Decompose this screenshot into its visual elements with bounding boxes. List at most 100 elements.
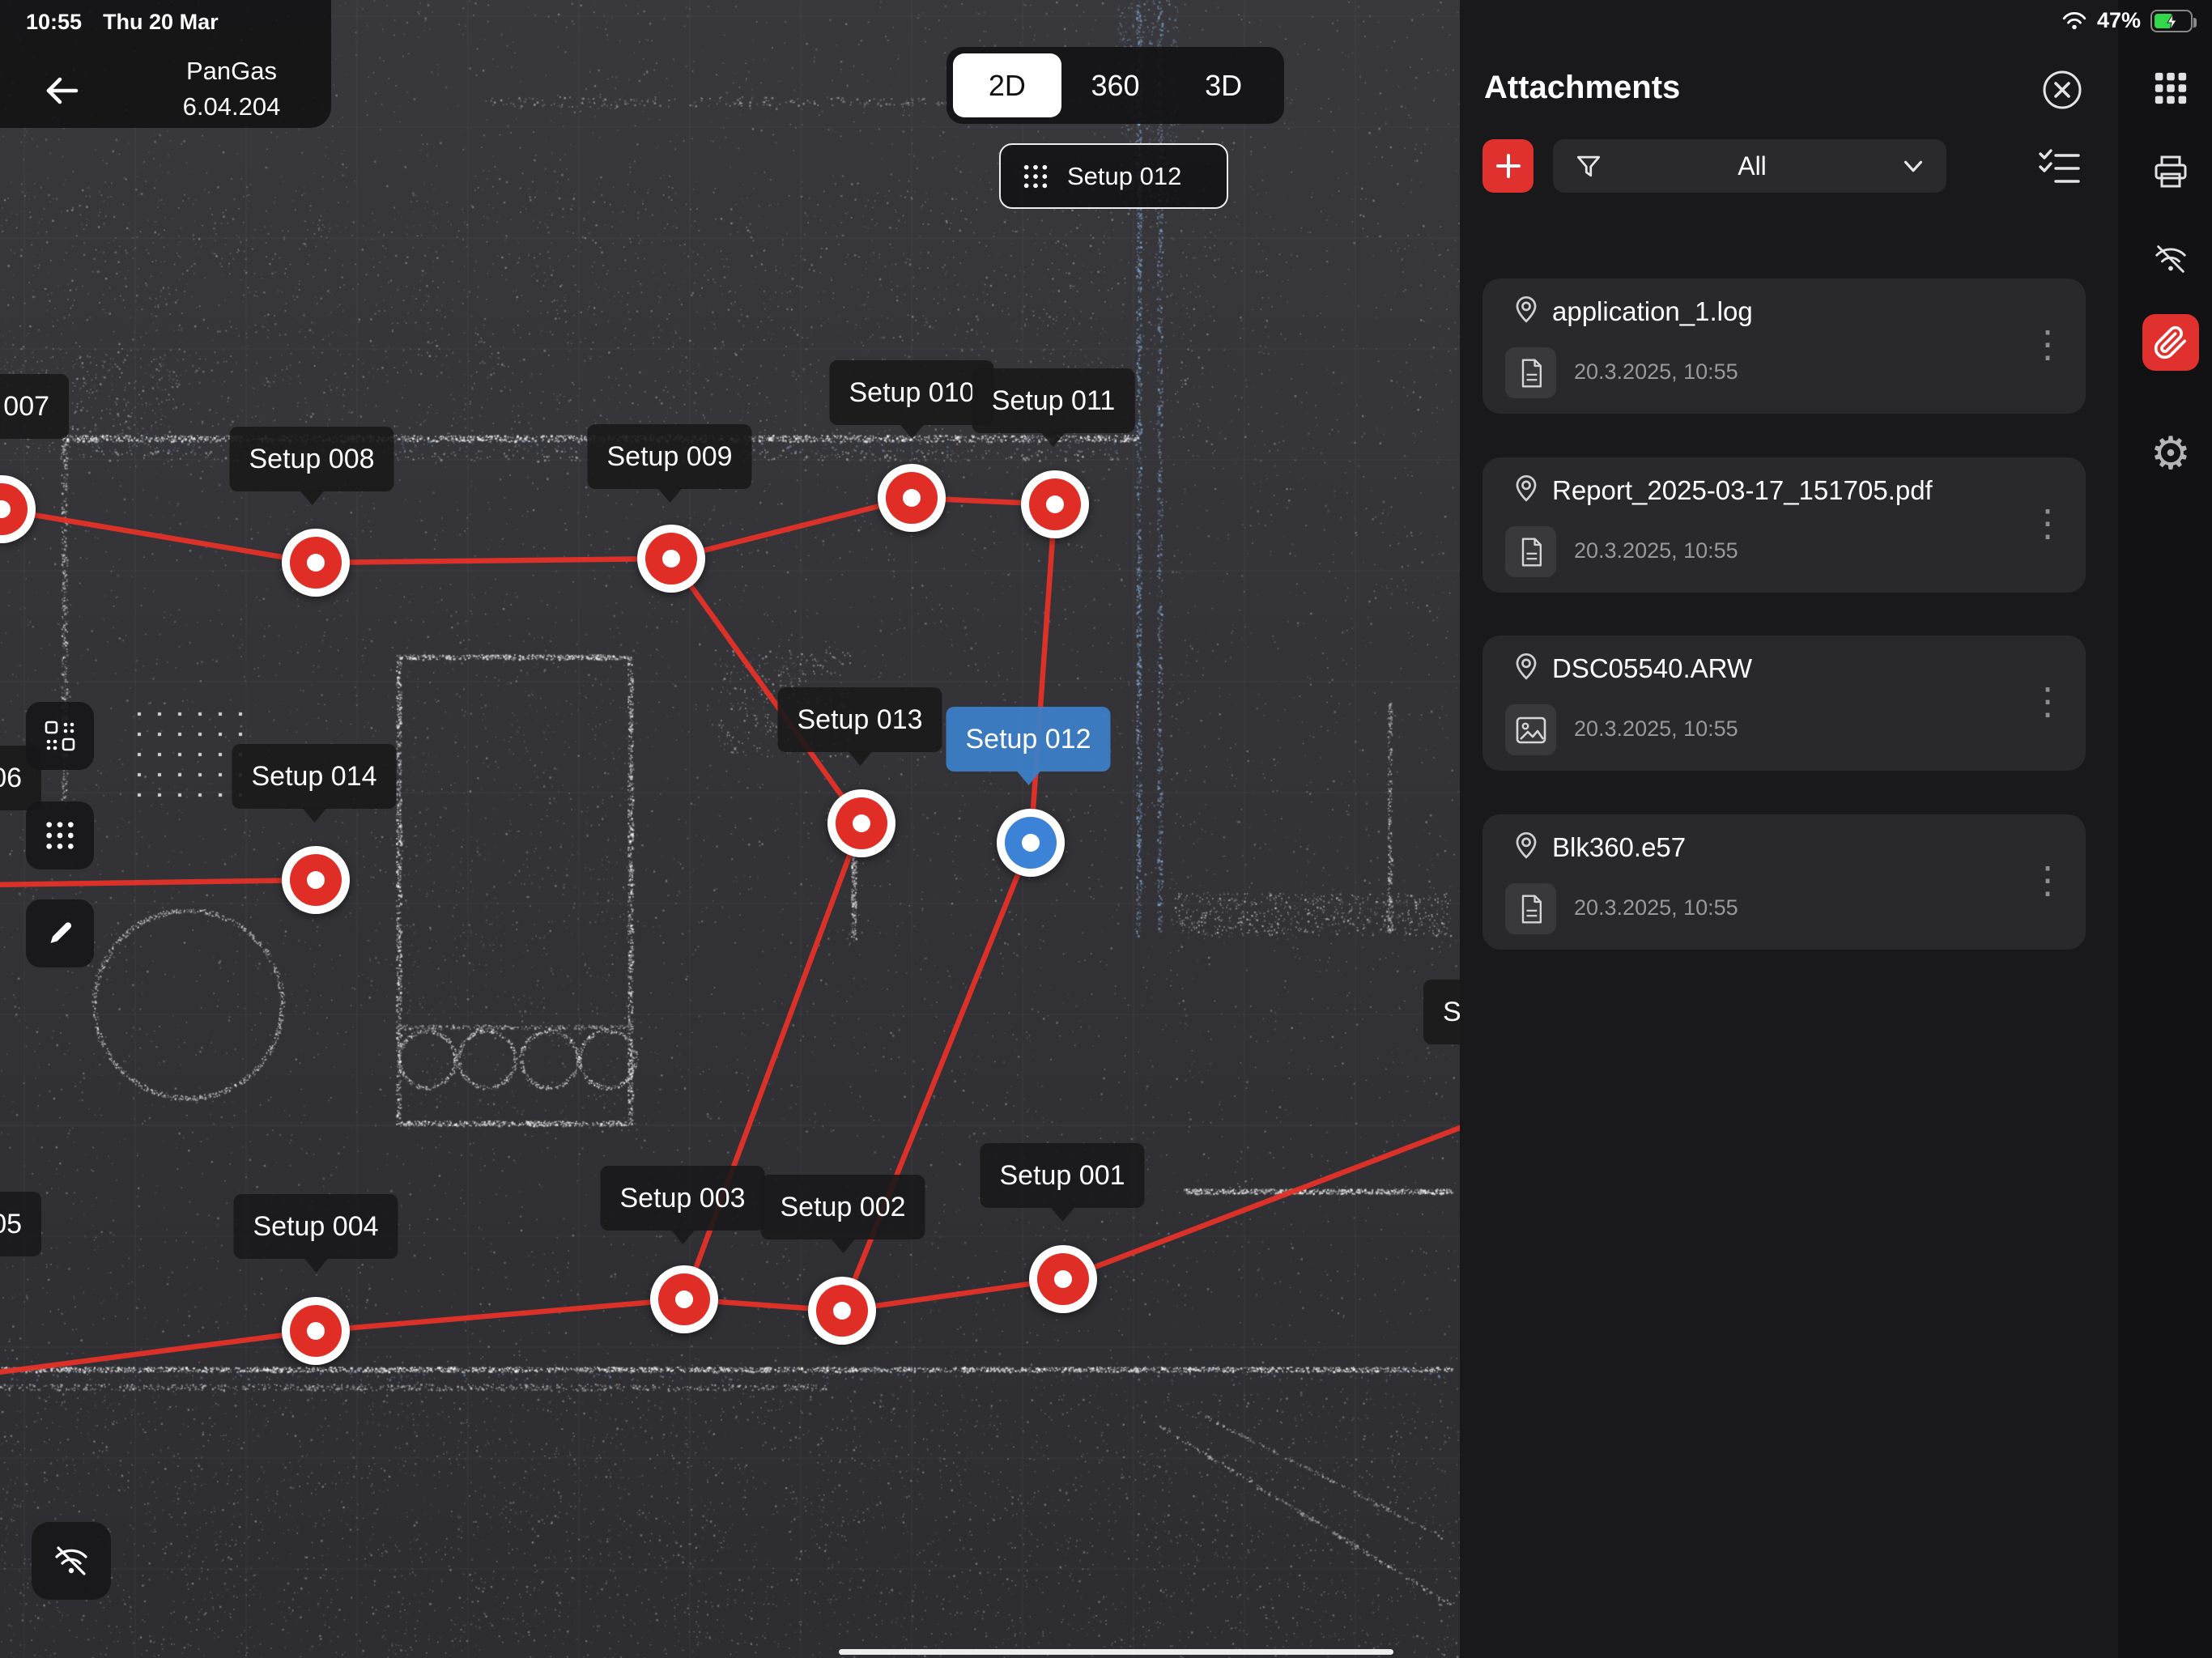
setup-label[interactable]: Setup 011 [972,368,1135,433]
layout-views-button[interactable] [26,702,94,770]
setup-label[interactable]: Setup 014 [232,744,396,809]
document-icon [1516,357,1546,389]
printer-icon [2151,152,2190,191]
move-handle-icon [44,819,76,852]
setup-label[interactable]: Setup 012 [946,707,1110,772]
wifi-off-icon [52,1541,91,1580]
settings-button[interactable]: ⚙ [2148,431,2193,476]
setup-pin[interactable] [0,475,36,543]
more-options-button[interactable]: ⋮ [2029,504,2066,542]
setup-pin[interactable] [827,789,895,857]
more-options-button[interactable]: ⋮ [2029,325,2066,363]
chevron-down-icon [1899,154,1927,178]
setup-label-text: Setup 009 [606,441,732,472]
setup-label[interactable]: Setup 003 [600,1166,764,1231]
setup-pin[interactable] [1029,1245,1097,1313]
attachment-filename: application_1.log [1552,296,1753,327]
project-version: 6.04.204 [136,89,327,125]
setup-label-text: Setup 002 [780,1192,905,1222]
pencil-icon [43,916,77,950]
setup-pin[interactable] [282,846,350,914]
move-handle-icon [1022,163,1049,190]
panel-title: Attachments [1484,70,1680,106]
document-icon [1516,893,1546,925]
attachments-tool-button-active[interactable] [2142,314,2199,371]
attachment-filename: Blk360.e57 [1552,832,1686,863]
apps-grid-button[interactable] [2148,66,2193,111]
paperclip-icon [2153,325,2189,360]
setup-label-text: Setup 013 [797,704,922,735]
filter-funnel-icon [1572,150,1605,182]
attachment-card[interactable]: application_1.log 20.3.2025, 10:55 ⋮ [1482,278,2086,414]
setup-pin[interactable] [282,1297,350,1365]
close-panel-button[interactable] [2040,68,2084,112]
setup-label[interactable]: Setup 008 [229,427,393,491]
setup-label-partial[interactable]: Setup 005 [0,1192,41,1256]
setup-label[interactable]: Setup 004 [233,1194,398,1259]
document-icon [1516,536,1546,568]
setup-label-text: Setup 005 [0,1209,22,1239]
tab-2d[interactable]: 2D [953,53,1061,117]
back-button[interactable] [40,70,83,112]
setup-label-text: Setup 012 [965,724,1091,755]
setup-markers-layer: Setup 007 Setup 008 Setup 009 Setup 010 … [0,0,1460,1658]
setup-pin[interactable] [650,1265,718,1333]
setup-label[interactable]: Setup 009 [587,424,751,489]
setup-pin[interactable] [282,529,350,597]
setup-pin[interactable] [997,809,1065,877]
file-type-icon-tile [1505,526,1556,577]
close-icon [2040,68,2084,112]
setup-label-text: Setup 007 [0,391,49,422]
right-tool-rail: ⚙ [2118,0,2212,1658]
multi-select-button[interactable] [2036,144,2082,189]
tab-360[interactable]: 360 [1061,53,1170,117]
setup-label-text: Setup 011 [992,385,1116,416]
setup-pin[interactable] [808,1277,876,1345]
setup-label-partial[interactable]: S [1423,980,1460,1044]
setup-label[interactable]: Setup 010 [829,360,993,425]
project-title: PanGas [136,53,327,89]
selected-setup-chip[interactable]: Setup 012 [999,143,1228,209]
setup-label[interactable]: Setup 001 [980,1143,1144,1208]
project-title-block: PanGas 6.04.204 [136,53,327,125]
more-options-button[interactable]: ⋮ [2029,861,2066,899]
edit-button[interactable] [26,899,94,967]
add-attachment-button[interactable] [1482,139,1534,193]
move-setup-button[interactable] [26,801,94,869]
offline-mode-button[interactable] [32,1522,111,1600]
status-bar-left: 10:55 Thu 20 Mar [26,10,219,35]
attachment-card[interactable]: Blk360.e57 20.3.2025, 10:55 ⋮ [1482,814,2086,950]
offline-status-button[interactable] [2148,236,2193,282]
back-arrow-icon [40,70,83,112]
print-button[interactable] [2148,149,2193,194]
setup-label[interactable]: Setup 002 [760,1175,925,1239]
file-type-icon-tile [1505,883,1556,934]
battery-percent: 47% [2097,8,2141,33]
setup-label-text: Setup 001 [999,1160,1125,1191]
point-cloud-map-area[interactable]: Setup 007 Setup 008 Setup 009 Setup 010 … [0,0,1460,1658]
status-time: 10:55 [26,10,82,35]
file-type-icon-tile [1505,347,1556,398]
charging-bolt-icon [2163,12,2181,32]
app-root: Setup 007 Setup 008 Setup 009 Setup 010 … [0,0,2212,1658]
tab-3d[interactable]: 3D [1169,53,1278,117]
setup-pin[interactable] [878,464,946,532]
attachment-date: 20.3.2025, 10:55 [1574,538,1738,563]
attachment-date: 20.3.2025, 10:55 [1574,895,1738,920]
setup-label[interactable]: Setup 013 [777,687,942,752]
attachment-filename: Report_2025-03-17_151705.pdf [1552,475,1933,506]
setup-label[interactable]: Setup 007 [0,374,69,439]
attachment-card[interactable]: DSC05540.ARW 20.3.2025, 10:55 ⋮ [1482,636,2086,771]
selected-setup-label: Setup 012 [1067,162,1181,191]
more-options-button[interactable]: ⋮ [2029,682,2066,720]
setup-pin[interactable] [1021,470,1089,538]
filter-dropdown[interactable]: All [1553,139,1946,193]
attachment-card[interactable]: Report_2025-03-17_151705.pdf 20.3.2025, … [1482,457,2086,593]
image-icon [1515,716,1547,745]
horizontal-scrollbar[interactable] [839,1649,1393,1655]
setup-label-text: S [1443,997,1460,1027]
setup-pin[interactable] [637,525,705,593]
wifi-icon [2061,11,2087,32]
plus-icon [1492,150,1525,182]
attachments-panel: Attachments All [1460,0,2118,1658]
